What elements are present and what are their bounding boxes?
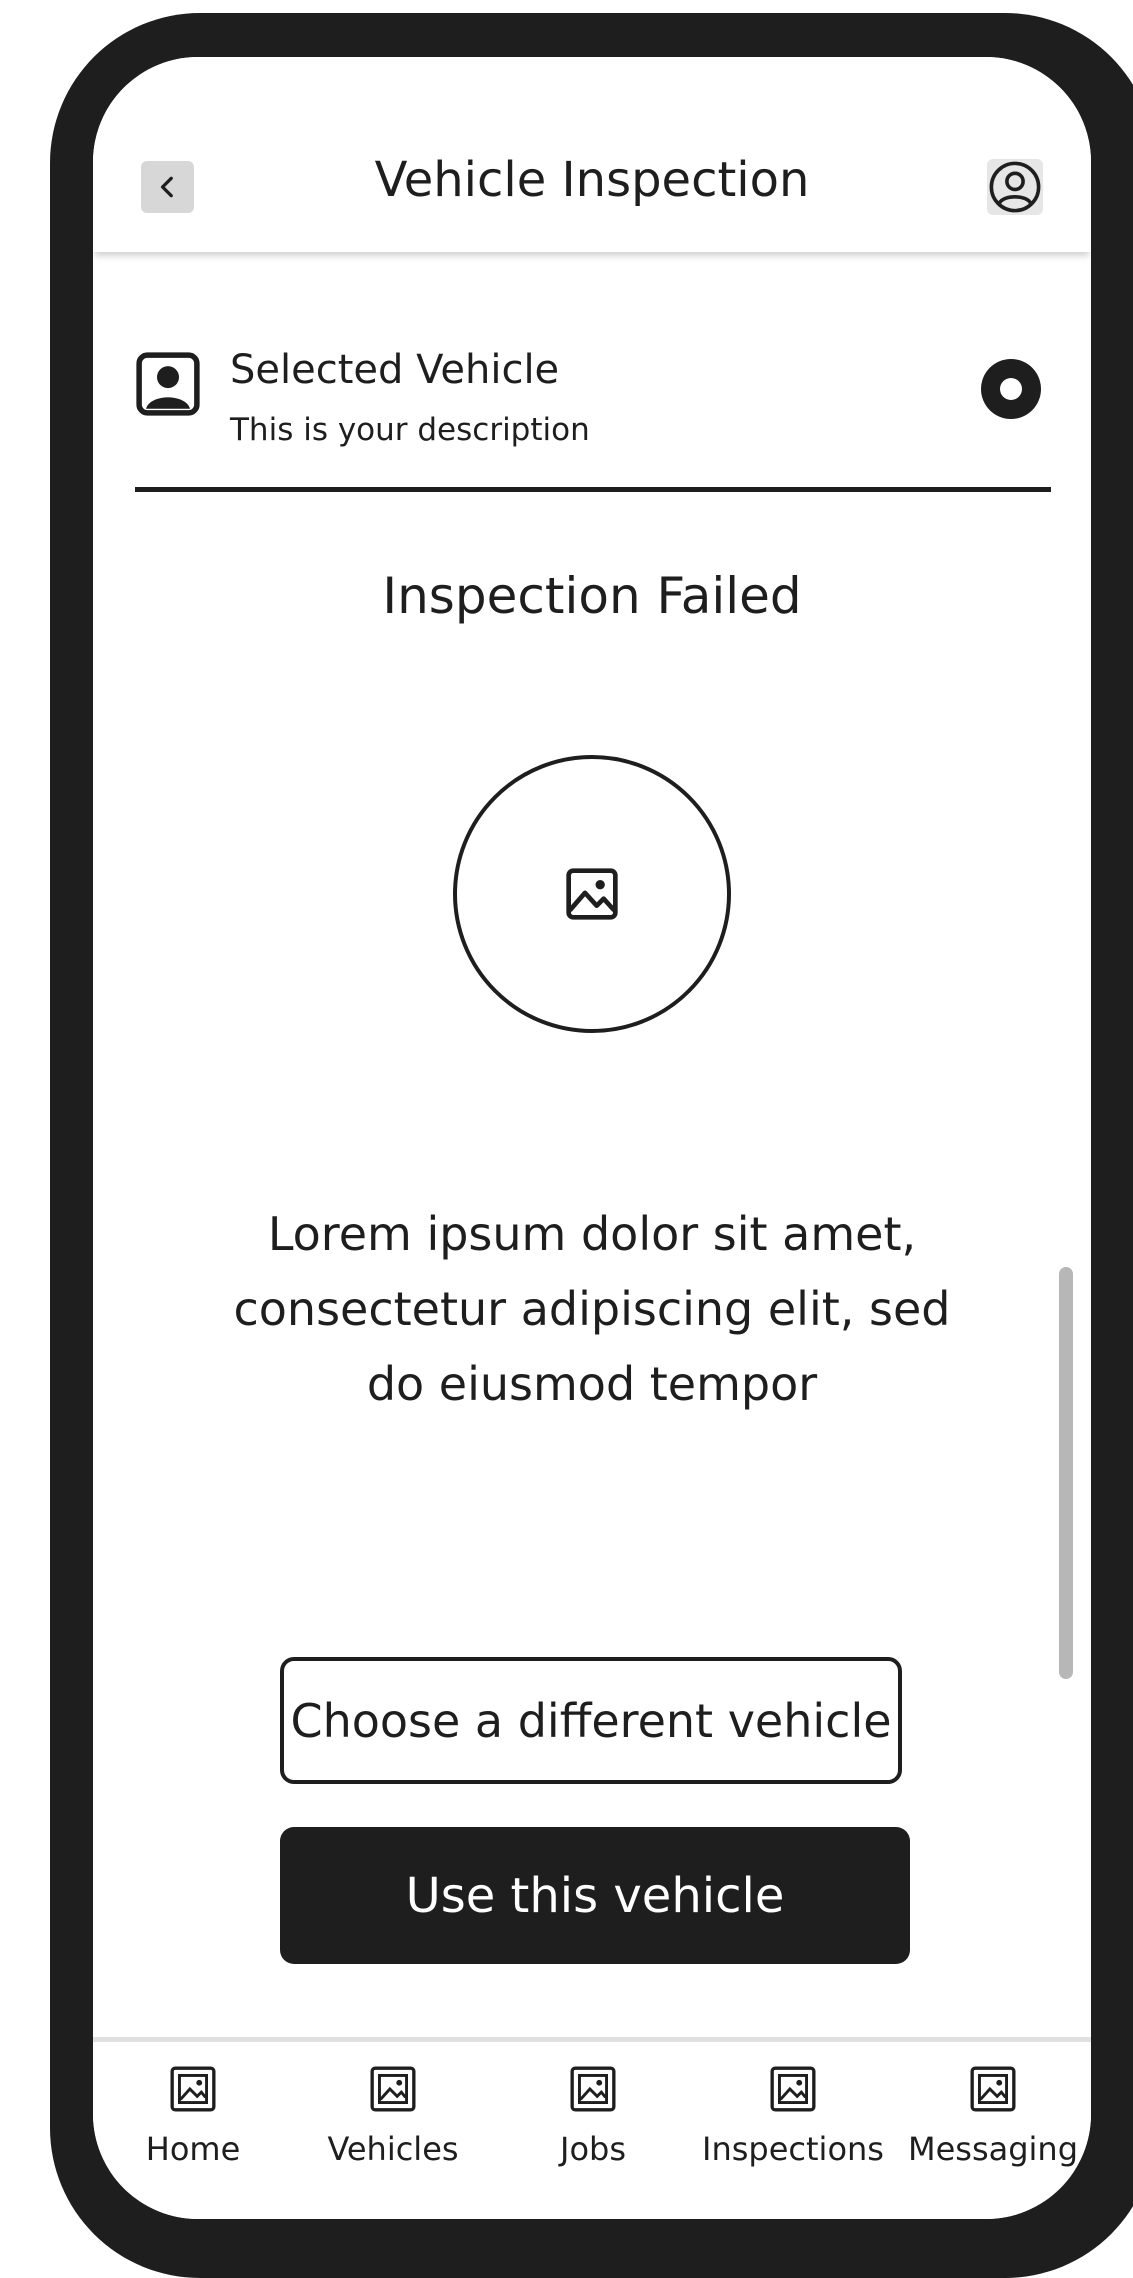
nav-item-vehicles[interactable]: Vehicles bbox=[293, 2064, 493, 2168]
nav-label-messaging: Messaging bbox=[907, 2130, 1079, 2168]
avatar-icon bbox=[136, 352, 200, 416]
vehicle-description: This is your description bbox=[230, 412, 590, 448]
nav-label-home: Home bbox=[145, 2130, 241, 2168]
app-header: Vehicle Inspection bbox=[93, 57, 1091, 252]
image-icon bbox=[370, 2066, 416, 2112]
nav-item-jobs[interactable]: Jobs bbox=[493, 2064, 693, 2168]
image-icon bbox=[970, 2066, 1016, 2112]
nav-item-inspections[interactable]: Inspections bbox=[693, 2064, 893, 2168]
image-icon bbox=[770, 2066, 816, 2112]
nav-item-home[interactable]: Home bbox=[93, 2064, 293, 2168]
status-title: Inspection Failed bbox=[382, 567, 802, 625]
scrollbar[interactable] bbox=[1059, 1267, 1073, 1679]
image-icon bbox=[570, 2066, 616, 2112]
profile-button[interactable] bbox=[987, 159, 1043, 215]
selected-vehicle-row[interactable]: Selected Vehicle This is your descriptio… bbox=[135, 327, 1051, 492]
nav-item-messaging[interactable]: Messaging bbox=[893, 2064, 1091, 2168]
vehicle-title: Selected Vehicle bbox=[230, 347, 560, 393]
nav-label-jobs: Jobs bbox=[560, 2130, 626, 2168]
use-this-vehicle-button[interactable]: Use this vehicle bbox=[280, 1827, 910, 1964]
page-title: Vehicle Inspection bbox=[374, 152, 810, 208]
image-icon bbox=[566, 868, 618, 920]
bottom-nav: Home Vehicles Jobs Inspections Messaging bbox=[93, 2037, 1091, 2219]
choose-different-vehicle-button[interactable]: Choose a different vehicle bbox=[280, 1657, 902, 1784]
radio-dot bbox=[1000, 378, 1022, 400]
screen: Vehicle Inspection Selected Vehicle This… bbox=[93, 57, 1091, 2219]
status-message: Lorem ipsum dolor sit amet, consectetur … bbox=[233, 1207, 951, 1411]
nav-label-vehicles: Vehicles bbox=[327, 2130, 459, 2168]
image-icon bbox=[170, 2066, 216, 2112]
status-image bbox=[453, 755, 731, 1033]
user-circle-icon bbox=[989, 161, 1041, 213]
nav-label-inspections: Inspections bbox=[702, 2130, 884, 2168]
vehicle-radio[interactable] bbox=[981, 359, 1041, 419]
